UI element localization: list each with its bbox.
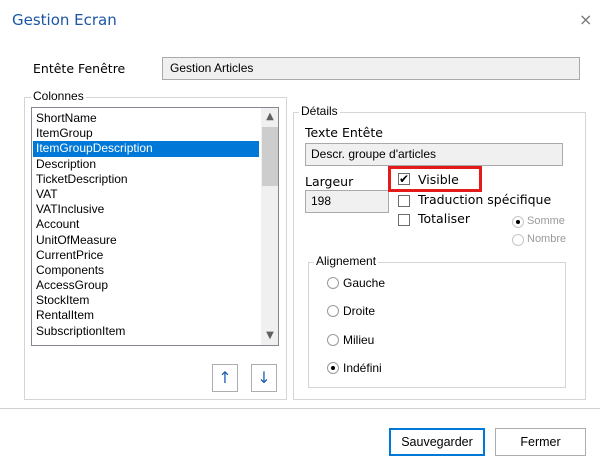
columns-group-title: Colonnes — [31, 89, 86, 103]
list-item[interactable]: TicketDescription — [33, 172, 259, 187]
header-label: Entête Fenêtre — [33, 61, 126, 76]
scroll-down-icon[interactable]: ▼ — [261, 327, 278, 345]
footer-separator — [0, 408, 600, 409]
count-label: Nombre — [527, 233, 567, 245]
header-text-label: Texte Entête — [305, 125, 383, 140]
list-item[interactable]: CurrentPrice — [33, 248, 259, 263]
alignment-group-title: Alignement — [314, 254, 379, 268]
list-item[interactable]: RentalItem — [33, 308, 259, 323]
list-item[interactable]: ShortName — [33, 111, 259, 126]
translation-checkbox[interactable] — [398, 195, 410, 207]
align-right-label: Droite — [343, 304, 376, 318]
header-text-field[interactable]: Descr. groupe d'articles — [305, 143, 563, 166]
close-icon[interactable]: × — [579, 10, 592, 29]
align-left-radio[interactable] — [327, 277, 339, 289]
list-item[interactable]: VATInclusive — [33, 202, 259, 217]
list-item[interactable]: Description — [33, 157, 259, 172]
width-field[interactable]: 198 — [305, 190, 389, 213]
visible-checkbox[interactable]: ✔ — [398, 173, 410, 185]
translation-label: Traduction spécifique — [418, 192, 552, 207]
count-radio[interactable] — [512, 234, 524, 246]
list-item-selected[interactable]: ItemGroupDescription — [33, 141, 259, 157]
list-item[interactable]: Account — [33, 217, 259, 232]
move-up-button[interactable]: ↑ — [212, 364, 238, 392]
width-label: Largeur — [305, 174, 354, 189]
scroll-thumb[interactable] — [262, 127, 278, 186]
header-field[interactable]: Gestion Articles — [162, 57, 580, 80]
list-item[interactable]: UnitOfMeasure — [33, 233, 259, 248]
check-icon: ✔ — [399, 172, 410, 186]
align-right-radio[interactable] — [327, 305, 339, 317]
visible-label: Visible — [418, 172, 459, 187]
list-item[interactable]: Components — [33, 263, 259, 278]
list-item[interactable]: SubscriptionItem — [33, 324, 259, 339]
align-undefined-radio[interactable] — [327, 362, 339, 374]
align-left-label: Gauche — [343, 276, 386, 290]
list-item[interactable]: StockItem — [33, 293, 259, 308]
list-scrollbar[interactable]: ▲ ▼ — [261, 108, 278, 345]
align-center-radio[interactable] — [327, 334, 339, 346]
details-group-title: Détails — [299, 104, 340, 118]
align-undefined-label: Indéfini — [343, 361, 382, 375]
window-title: Gestion Ecran — [12, 11, 117, 29]
list-item[interactable]: AccessGroup — [33, 278, 259, 293]
columns-listbox[interactable]: ShortName ItemGroup ItemGroupDescription… — [31, 107, 279, 346]
save-button[interactable]: Sauvegarder — [389, 428, 485, 456]
totalize-checkbox[interactable] — [398, 214, 410, 226]
sum-radio[interactable] — [512, 216, 524, 228]
move-down-button[interactable]: ↓ — [251, 364, 277, 392]
align-center-label: Milieu — [343, 333, 375, 347]
scroll-up-icon[interactable]: ▲ — [261, 108, 278, 126]
list-item[interactable]: ItemGroup — [33, 126, 259, 141]
close-button[interactable]: Fermer — [495, 428, 586, 456]
sum-label: Somme — [527, 215, 565, 227]
list-item[interactable]: VAT — [33, 187, 259, 202]
totalize-label: Totaliser — [418, 211, 471, 226]
